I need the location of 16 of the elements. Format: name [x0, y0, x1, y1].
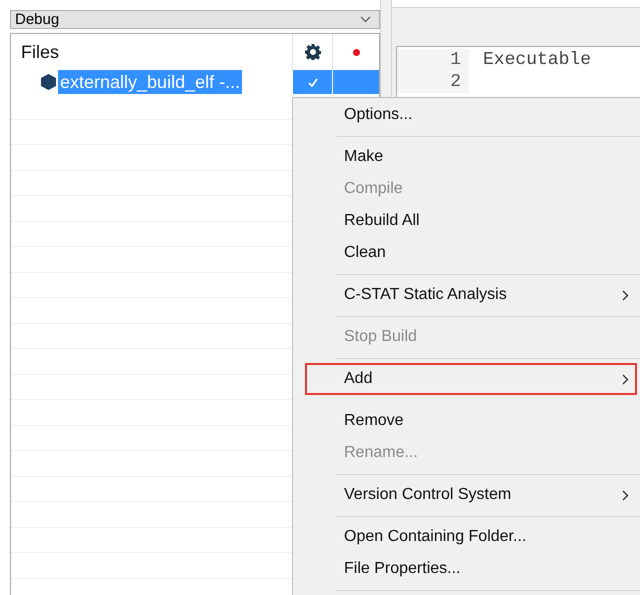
menu-item[interactable]: Open Containing Folder... — [305, 521, 637, 553]
menu-item[interactable]: Clean — [305, 237, 637, 269]
menu-item[interactable]: Make — [305, 141, 637, 173]
menu-item[interactable]: C-STAT Static Analysis — [305, 279, 637, 311]
menu-item[interactable]: Add — [305, 363, 637, 395]
menu-item[interactable]: Version Control System — [305, 479, 637, 511]
files-header: Files — [20, 42, 60, 62]
code-line: Executable — [482, 49, 592, 71]
menu-item[interactable]: Remove — [305, 405, 637, 437]
settings-icon — [304, 44, 320, 60]
menu-item[interactable]: File Properties... — [305, 553, 637, 585]
configuration-dropdown[interactable]: Debug — [10, 10, 380, 29]
project-icon — [41, 74, 56, 90]
dropdown-caret-icon — [360, 16, 371, 23]
menu-item[interactable]: Options... — [305, 99, 637, 131]
menu-item[interactable]: Rebuild All — [305, 205, 637, 237]
